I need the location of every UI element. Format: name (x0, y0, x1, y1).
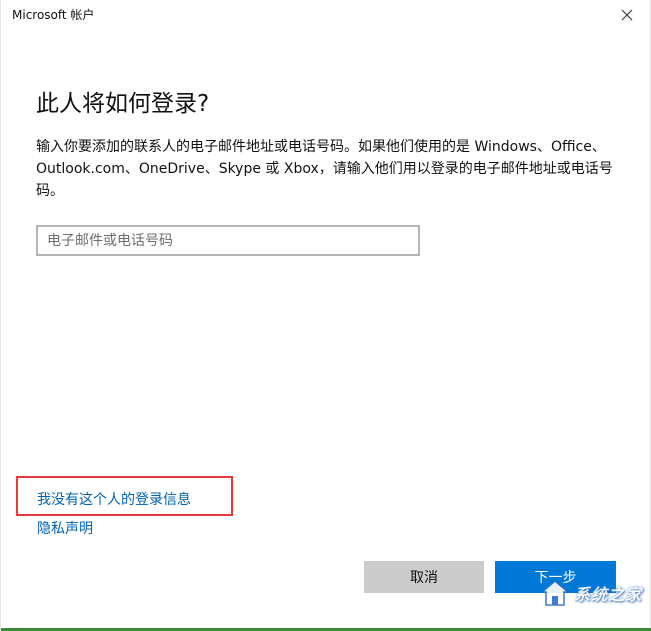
title-bar: Microsoft 帐户 (1, 0, 650, 30)
email-or-phone-input[interactable] (36, 225, 420, 256)
close-button[interactable] (604, 0, 650, 30)
instruction-text: 输入你要添加的联系人的电子邮件地址或电话号码。如果他们使用的是 Windows、… (36, 139, 613, 199)
window-title: Microsoft 帐户 (12, 8, 95, 22)
close-icon (621, 9, 633, 21)
watermark-text: 系统之家 (573, 585, 642, 604)
no-signin-info-link[interactable]: 我没有这个人的登录信息 (37, 489, 191, 509)
watermark: 系统之家 (539, 578, 642, 608)
house-logo-icon (539, 580, 570, 606)
page-heading: 此人将如何登录? (36, 91, 210, 117)
cancel-button[interactable]: 取消 (364, 561, 484, 593)
privacy-statement-link[interactable]: 隐私声明 (37, 518, 93, 538)
microsoft-account-dialog: Microsoft 帐户 此人将如何登录? 输入你要添加的联系人的电子邮件地址或… (0, 0, 651, 631)
